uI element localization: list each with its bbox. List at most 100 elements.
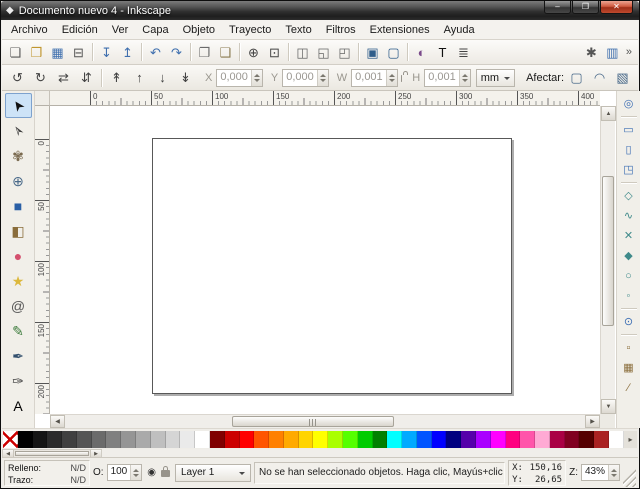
menu-ver[interactable]: Ver [105, 21, 136, 39]
zoom-tool[interactable]: ⊕ [5, 168, 32, 193]
snap-midpoints-icon[interactable]: ◦ [619, 286, 639, 305]
menu-texto[interactable]: Texto [278, 21, 318, 39]
selector-tool[interactable]: ➤ [5, 93, 32, 118]
snap-guides-icon[interactable]: ∕ [619, 378, 639, 397]
color-swatch[interactable] [33, 431, 48, 448]
color-swatch[interactable] [609, 431, 624, 448]
x-field[interactable]: 0,000 [216, 69, 263, 87]
toolbar-overflow-icon[interactable]: » [623, 46, 635, 58]
color-swatch[interactable] [506, 431, 521, 448]
spin-arrows-icon[interactable] [317, 70, 328, 86]
color-swatch[interactable] [166, 431, 181, 448]
menu-extensiones[interactable]: Extensiones [363, 21, 437, 39]
palette-scroll-right-icon[interactable]: ▸ [624, 431, 637, 448]
layer-dropdown[interactable]: Layer 1 [175, 464, 251, 482]
preferences-icon[interactable]: ✱ [581, 42, 602, 63]
color-swatch[interactable] [225, 431, 240, 448]
minimize-button[interactable]: – [544, 1, 571, 14]
snap-cusp-nodes-icon[interactable]: ◆ [619, 246, 639, 265]
new-document-icon[interactable]: ❏ [5, 42, 26, 63]
save-document-icon[interactable]: ▦ [47, 42, 68, 63]
color-swatch[interactable] [62, 431, 77, 448]
color-swatch[interactable] [299, 431, 314, 448]
color-swatch[interactable] [121, 431, 136, 448]
unlink-clone-icon[interactable]: ◰ [334, 42, 355, 63]
color-swatch[interactable] [284, 431, 299, 448]
raise-to-top-icon[interactable]: ↟ [105, 67, 128, 89]
raise-icon[interactable]: ↑ [128, 67, 151, 89]
fill-stroke-indicator[interactable]: Relleno: N/D Trazo: N/D [4, 460, 90, 486]
snap-bbox-icon[interactable]: ▭ [619, 120, 639, 139]
flip-horizontal-icon[interactable]: ⇄ [52, 67, 75, 89]
menu-capa[interactable]: Capa [135, 21, 175, 39]
palette-scrollbar-thumb[interactable] [15, 451, 89, 456]
import-icon[interactable]: ↧ [96, 42, 117, 63]
clone-icon[interactable]: ◱ [313, 42, 334, 63]
ruler-corner[interactable] [35, 91, 50, 106]
color-swatch[interactable] [402, 431, 417, 448]
palette-scroll-left-arrow[interactable]: ◀ [3, 450, 14, 457]
snap-intersections-icon[interactable]: ✕ [619, 226, 639, 245]
flip-vertical-icon[interactable]: ⇵ [75, 67, 98, 89]
group-icon[interactable]: ▣ [362, 42, 383, 63]
snap-bbox-edge-icon[interactable]: ▯ [619, 140, 639, 159]
color-swatch[interactable] [151, 431, 166, 448]
color-swatch[interactable] [550, 431, 565, 448]
color-swatch[interactable] [373, 431, 388, 448]
color-swatch[interactable] [565, 431, 580, 448]
spin-arrows-icon[interactable] [608, 465, 619, 480]
color-swatch[interactable] [446, 431, 461, 448]
node-tool[interactable]: ➢ [5, 118, 32, 143]
spin-arrows-icon[interactable] [251, 70, 262, 86]
rotate-ccw-icon[interactable]: ↺ [6, 67, 29, 89]
menu-edicion[interactable]: Edición [55, 21, 105, 39]
zoom-field[interactable]: 43% [581, 464, 620, 481]
export-icon[interactable]: ↥ [117, 42, 138, 63]
snap-nodes-icon[interactable]: ◇ [619, 186, 639, 205]
palette-scroll-right-arrow[interactable]: ▶ [90, 450, 101, 457]
duplicate-icon[interactable]: ◫ [292, 42, 313, 63]
menu-archivo[interactable]: Archivo [4, 21, 55, 39]
text-dialog-icon[interactable]: T [432, 42, 453, 63]
spin-arrows-icon[interactable] [130, 465, 141, 480]
color-swatch[interactable] [594, 431, 609, 448]
color-swatch[interactable] [387, 431, 402, 448]
copy-icon[interactable]: ❐ [194, 42, 215, 63]
snap-centers-icon[interactable]: ⊙ [619, 312, 639, 331]
color-swatch[interactable] [520, 431, 535, 448]
color-swatch[interactable] [328, 431, 343, 448]
text-tool[interactable]: A [5, 393, 32, 418]
zoom-page-icon[interactable]: ⊡ [264, 42, 285, 63]
color-swatch[interactable] [313, 431, 328, 448]
align-dialog-icon[interactable]: ≣ [453, 42, 474, 63]
spiral-tool[interactable]: @ [5, 293, 32, 318]
color-swatch[interactable] [210, 431, 225, 448]
undo-icon[interactable]: ↶ [145, 42, 166, 63]
color-swatch[interactable] [535, 431, 550, 448]
color-swatch[interactable] [92, 431, 107, 448]
lock-ratio-icon[interactable] [401, 75, 403, 82]
scroll-right-icon[interactable]: ▶ [585, 415, 600, 428]
maximize-button[interactable]: ❐ [572, 1, 599, 14]
color-swatch[interactable] [269, 431, 284, 448]
y-field[interactable]: 0,000 [282, 69, 329, 87]
paste-icon[interactable]: ❑ [215, 42, 236, 63]
pencil-tool[interactable]: ✎ [5, 318, 32, 343]
lower-to-bottom-icon[interactable]: ↡ [174, 67, 197, 89]
color-swatch[interactable] [18, 431, 33, 448]
height-field[interactable]: 0,001 [424, 69, 471, 87]
canvas[interactable] [50, 106, 600, 414]
vertical-scrollbar-thumb[interactable] [602, 176, 614, 326]
color-swatch[interactable] [343, 431, 358, 448]
color-swatch[interactable] [254, 431, 269, 448]
menu-ayuda[interactable]: Ayuda [437, 21, 482, 39]
transform-corners-icon[interactable]: ◠ [588, 67, 611, 89]
document-properties-icon[interactable]: ▥ [602, 42, 623, 63]
snap-bbox-corner-icon[interactable]: ◳ [619, 160, 639, 179]
snap-page-icon[interactable]: ▫ [619, 338, 639, 357]
horizontal-ruler[interactable]: 050100150200250300350400 [50, 91, 600, 106]
color-swatch[interactable] [180, 431, 195, 448]
snap-grid-icon[interactable]: ▦ [619, 358, 639, 377]
print-icon[interactable]: ⊟ [68, 42, 89, 63]
lower-icon[interactable]: ↓ [151, 67, 174, 89]
